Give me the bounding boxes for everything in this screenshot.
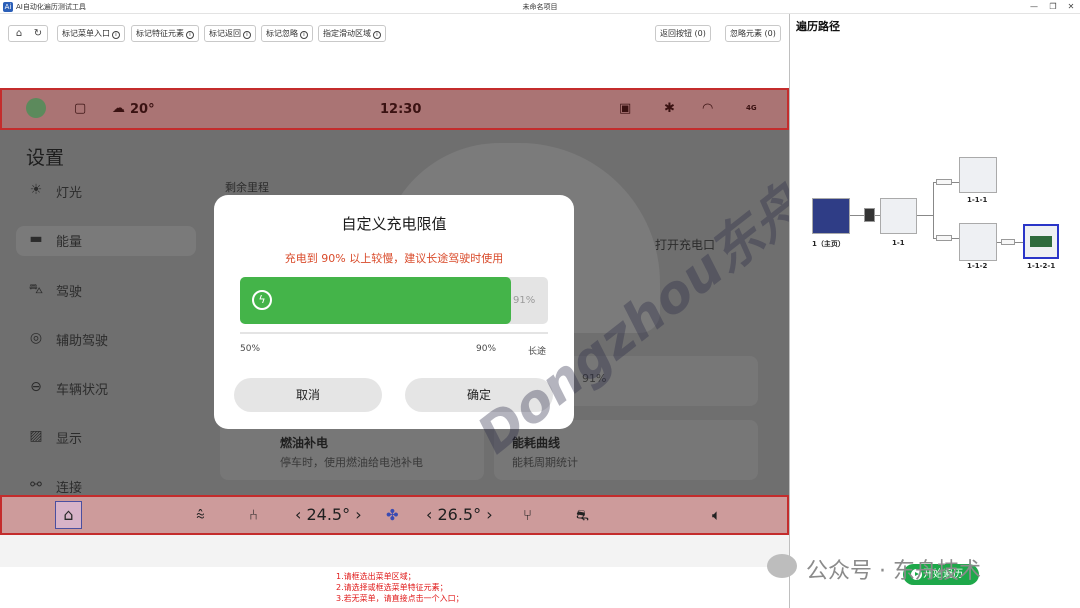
info-icon: i — [243, 31, 251, 39]
page-title: 设置 — [26, 147, 65, 169]
mark-feature-element-button[interactable]: 标记特征元素 i — [131, 25, 199, 42]
instruction-hint: 1.请框选出菜单区域； — [336, 572, 416, 581]
tick-label: 50% — [240, 344, 261, 354]
sun-icon: ☀ — [29, 182, 43, 198]
temperature-right[interactable]: ‹ 26.5° › — [426, 505, 493, 524]
app-logo: Ai — [3, 2, 13, 12]
bluetooth-icon: ✱ — [664, 101, 675, 116]
wifi-icon: ◠ — [702, 101, 714, 116]
menu-item-display[interactable]: ▨ 显示 — [26, 423, 206, 453]
edge-action-thumb — [936, 235, 952, 241]
window-title: 未命名项目 — [522, 3, 558, 11]
app-title: AI自动化遍历测试工具 — [16, 3, 86, 11]
volume-icon[interactable]: 🔈︎ — [712, 506, 721, 524]
menu-item-vehicle-status[interactable]: ⊖ 车辆状况 — [26, 374, 206, 404]
link-icon: ⚯ — [30, 477, 42, 493]
instruction-hint: 3.若无菜单，请直接点击一个入口； — [336, 594, 464, 603]
info-icon: i — [112, 31, 120, 39]
vehicle-status-icon: ⊖ — [30, 379, 42, 395]
clock: 12:30 — [380, 102, 422, 117]
mark-ignore-button[interactable]: 标记忽略 i — [261, 25, 313, 42]
wechat-watermark: 公众号 · 东舟技术 — [806, 559, 981, 584]
seat-heat-left-icon[interactable]: ⑃ — [249, 506, 258, 524]
home-icon[interactable]: ⌂ — [55, 501, 82, 529]
car-mode-icon[interactable]: ⛐ — [576, 506, 589, 526]
edge-action-thumb — [936, 179, 952, 185]
traversal-node-1-1-1[interactable] — [959, 157, 997, 193]
cancel-button[interactable]: 取消 — [234, 378, 382, 412]
slider-value: 91% — [513, 295, 536, 306]
traversal-title: 遍历路径 — [796, 20, 840, 33]
menu-item-assisted-driving[interactable]: ◎ 辅助驾驶 — [26, 325, 206, 355]
tick-label: 90% — [476, 344, 497, 354]
steering-wheel-icon: ◎ — [29, 330, 43, 346]
refresh-icon[interactable]: ↻ — [29, 27, 47, 40]
weather-temperature: 20° — [130, 102, 155, 117]
signal-icon: 4G — [746, 104, 757, 112]
window-titlebar: Ai AI自动化遍历测试工具 未命名项目 — ❐ ✕ — [0, 0, 1080, 14]
toolbar: ⌂ ↻ 标记菜单入口 i 标记特征元素 i 标记返回 i 标记忽略 i 指定滑动区域 i … — [0, 14, 788, 50]
edge-action-thumb — [1001, 239, 1015, 245]
path-edge — [933, 182, 934, 238]
traversal-panel: 遍历路径 1（主页） 1-1 1-1-1 1-1-2 1-1-2-1 开始遍历 — [789, 14, 1080, 608]
temperature-left[interactable]: ‹ 24.5° › — [295, 505, 362, 524]
defrost-icon[interactable]: ⩯ — [196, 506, 205, 524]
ignored-elements-count-button[interactable]: 忽略元素 (0) — [725, 25, 781, 42]
message-icon: ▢ — [74, 101, 87, 116]
close-button[interactable]: ✕ — [1065, 1, 1077, 13]
menu-item-energy[interactable]: ▬ 能量 — [16, 226, 196, 256]
device-screen[interactable]: ▢ ☁ 20° 12:30 ▣ ✱ ◠ 4G 设置 ☀ 灯光 ▬ 能量 ⛍ 驾驶… — [0, 88, 789, 535]
camera-icon: ▣ — [619, 101, 632, 116]
path-edge — [850, 215, 864, 216]
edge-action-thumb — [864, 208, 875, 222]
info-icon: i — [186, 31, 194, 39]
remaining-range-label: 剩余里程 — [225, 181, 269, 194]
set-swipe-area-button[interactable]: 指定滑动区域 i — [318, 25, 386, 42]
back-buttons-count-button[interactable]: 返回按钮 (0) — [655, 25, 711, 42]
info-icon: i — [300, 31, 308, 39]
lightning-bolt-icon: ϟ — [252, 290, 272, 310]
home-icon[interactable]: ⌂ — [10, 27, 28, 40]
status-bar-region[interactable]: ▢ ☁ 20° 12:30 ▣ ✱ ◠ 4G — [0, 88, 789, 130]
menu-item-lighting[interactable]: ☀ 灯光 — [26, 177, 206, 207]
traversal-node-1-1-2[interactable] — [959, 223, 997, 261]
app-avatar-icon — [26, 98, 46, 118]
weather-icon: ☁ — [112, 101, 125, 116]
dialog-warning: 充电到 90% 以上较慢，建议长途驾驶时使用 — [284, 252, 504, 265]
slider-fill: ϟ — [240, 277, 512, 324]
battery-icon: ▬ — [29, 231, 43, 247]
path-edge — [917, 215, 933, 216]
bottom-bar-region[interactable]: ⌂ ⩯ ⑃ ‹ 24.5° › ✤ ‹ 26.5° › ⑂ ⛐ 🔈︎ — [0, 495, 789, 535]
minimize-button[interactable]: — — [1028, 1, 1040, 13]
charge-limit-slider[interactable]: ϟ 91% — [240, 277, 548, 324]
fan-icon[interactable]: ✤ — [386, 506, 399, 524]
status-strip — [0, 535, 789, 567]
fuel-charge-card[interactable]: 燃油补电 停车时，使用燃油给电池补电 — [220, 420, 484, 480]
traversal-node-1-1-2-1[interactable] — [1023, 224, 1059, 259]
mark-back-button[interactable]: 标记返回 i — [204, 25, 256, 42]
nav-button-group: ⌂ ↻ — [8, 25, 48, 42]
node-preview — [1030, 236, 1052, 247]
wechat-logo-icon — [767, 554, 797, 578]
car-icon: ⛍ — [28, 281, 44, 297]
slider-scale-line — [240, 332, 548, 334]
instruction-hint: 2.请选择或框选菜单特征元素； — [336, 583, 448, 592]
maximize-button[interactable]: ❐ — [1047, 1, 1059, 13]
info-icon: i — [373, 31, 381, 39]
dialog-title: 自定义充电限值 — [341, 215, 447, 233]
menu-item-driving[interactable]: ⛍ 驾驶 — [26, 276, 206, 306]
traversal-node-1[interactable] — [812, 198, 850, 234]
display-icon: ▨ — [29, 428, 43, 444]
seat-heat-right-icon[interactable]: ⑂ — [523, 506, 532, 524]
traversal-node-1-1[interactable] — [880, 198, 917, 234]
mark-menu-entry-button[interactable]: 标记菜单入口 i — [57, 25, 125, 42]
